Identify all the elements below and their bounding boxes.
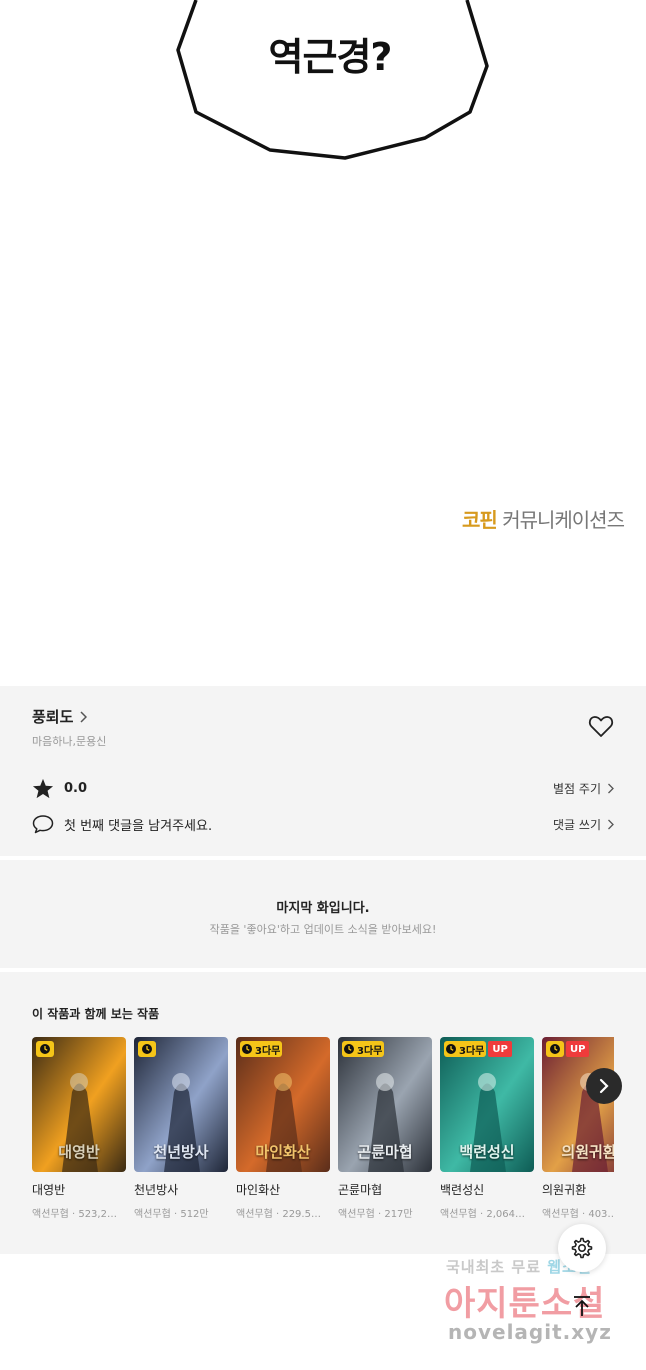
work-info-section: 풍뢰도 마음하나,문용신 0.0 별점 주기 첫 번째 댓글을 남겨주세요. 댓… bbox=[0, 686, 646, 856]
recommendations-title: 이 작품과 함께 보는 작품 bbox=[32, 1007, 160, 1021]
clock-icon bbox=[142, 1044, 152, 1054]
up-badge: UP bbox=[566, 1041, 590, 1057]
cover-badges bbox=[36, 1041, 54, 1057]
recommendation-card[interactable]: 의원귀환 UP 의원귀환액션무협 · 403… bbox=[542, 1037, 614, 1220]
rating-value: 0.0 bbox=[64, 781, 88, 796]
recommendation-title: 대영반 bbox=[32, 1183, 66, 1197]
cover-title-art: 마인화산 bbox=[255, 1143, 311, 1161]
work-authors: 마음하나,문용신 bbox=[32, 735, 107, 748]
comic-panel: 역근경? 코핀 커뮤니케이션즈 bbox=[0, 0, 646, 686]
wait-free-badge bbox=[138, 1041, 156, 1057]
recommendation-cover: 곤륜마협 3다무 bbox=[338, 1037, 432, 1172]
recommendation-cover: 대영반 bbox=[32, 1037, 126, 1172]
recommendation-card[interactable]: 대영반 대영반 액션무협 · 523,2… bbox=[32, 1037, 126, 1220]
cover-title-art: 천년방사 bbox=[153, 1143, 209, 1161]
recommendation-title: 곤륜마협 bbox=[338, 1183, 383, 1197]
wait-free-badge: 3다무 bbox=[240, 1041, 283, 1057]
wait-free-badge: 3다무 bbox=[444, 1041, 487, 1057]
speech-bubble-icon bbox=[32, 815, 54, 834]
cover-badges: UP bbox=[546, 1041, 590, 1057]
recommendation-title: 백련성신 bbox=[440, 1183, 485, 1197]
recommendation-card[interactable]: 백련성신 3다무 UP 백련성신액션무협 · 2,064… bbox=[440, 1037, 534, 1220]
arrow-up-icon bbox=[574, 1296, 590, 1316]
recommendation-card[interactable]: 마인화산 3다무마인화산액션무협 · 229.5… bbox=[236, 1037, 330, 1220]
clock-icon bbox=[550, 1044, 560, 1054]
clock-icon bbox=[242, 1044, 252, 1054]
wait-free-badge bbox=[546, 1041, 564, 1057]
wait-free-badge bbox=[36, 1041, 54, 1057]
recommendation-cover: 백련성신 3다무 UP bbox=[440, 1037, 534, 1172]
cover-title-art: 백련성신 bbox=[459, 1143, 515, 1161]
chevron-right-icon bbox=[608, 783, 614, 794]
recommendations-carousel: 대영반 대영반 액션무협 · 523,2… 천년방사 천년방사 액션무협 · 512만 마인… bbox=[32, 1037, 614, 1237]
clock-icon bbox=[446, 1044, 456, 1054]
recommendations-section: 이 작품과 함께 보는 작품 대영반 대영반 액션무협 · 523,2… 천년방사 천년… bbox=[0, 972, 646, 1254]
recommendation-meta: 액션무협 · 403… bbox=[542, 1209, 614, 1220]
star-icon bbox=[32, 778, 54, 799]
recommendation-card[interactable]: 천년방사 천년방사 액션무협 · 512만 bbox=[134, 1037, 228, 1220]
cover-title-art: 의원귀환 bbox=[561, 1143, 614, 1161]
heart-icon[interactable] bbox=[588, 714, 614, 738]
publisher-brand: 코핀 bbox=[462, 508, 498, 532]
rate-button-label: 별점 주기 bbox=[553, 782, 601, 796]
work-title: 풍뢰도 bbox=[32, 708, 74, 726]
chevron-right-icon bbox=[599, 1078, 609, 1094]
chevron-right-icon bbox=[80, 710, 88, 723]
cover-title-art: 대영반 bbox=[58, 1143, 100, 1161]
publisher-name: 커뮤니케이션즈 bbox=[502, 508, 625, 532]
recommendation-cover: 마인화산 3다무 bbox=[236, 1037, 330, 1172]
comment-row: 첫 번째 댓글을 남겨주세요. 댓글 쓰기 bbox=[32, 814, 614, 834]
comment-prompt: 첫 번째 댓글을 남겨주세요. bbox=[64, 818, 213, 834]
clock-icon bbox=[344, 1044, 354, 1054]
cover-badges bbox=[138, 1041, 156, 1057]
carousel-next-button[interactable] bbox=[586, 1068, 622, 1104]
up-badge: UP bbox=[488, 1041, 512, 1057]
rating-row: 0.0 별점 주기 bbox=[32, 778, 614, 799]
recommendation-meta: 액션무협 · 512만 bbox=[134, 1209, 209, 1220]
gear-icon bbox=[571, 1237, 593, 1259]
cover-badges: 3다무 bbox=[240, 1041, 283, 1057]
wait-free-badge: 3다무 bbox=[342, 1041, 385, 1057]
recommendation-cover: 의원귀환 UP bbox=[542, 1037, 614, 1172]
recommendation-meta: 액션무협 · 229.5… bbox=[236, 1209, 321, 1220]
last-episode-notice: 마지막 화입니다. 작품을 '좋아요'하고 업데이트 소식을 받아보세요! bbox=[0, 860, 646, 968]
work-title-link[interactable]: 풍뢰도 bbox=[32, 706, 88, 727]
recommendation-meta: 액션무협 · 217만 bbox=[338, 1209, 413, 1220]
recommendation-title: 천년방사 bbox=[134, 1183, 179, 1197]
recommendation-card[interactable]: 곤륜마협 3다무곤륜마협액션무협 · 217만 bbox=[338, 1037, 432, 1220]
last-episode-subtitle: 작품을 '좋아요'하고 업데이트 소식을 받아보세요! bbox=[209, 923, 437, 936]
recommendation-title: 마인화산 bbox=[236, 1183, 281, 1197]
rate-button[interactable]: 별점 주기 bbox=[553, 780, 614, 797]
settings-button[interactable] bbox=[558, 1224, 606, 1272]
write-comment-label: 댓글 쓰기 bbox=[553, 817, 601, 832]
cover-title-art: 곤륜마협 bbox=[357, 1143, 413, 1161]
cover-badges: 3다무 UP bbox=[444, 1041, 512, 1057]
watermark: 국내최초 무료 웹소설 아지툰소설 novelagit.xyz bbox=[440, 1256, 630, 1356]
recommendation-title: 의원귀환 bbox=[542, 1183, 587, 1197]
publisher-logo: 코핀 커뮤니케이션즈 bbox=[462, 504, 625, 533]
clock-icon bbox=[40, 1044, 50, 1054]
write-comment-button[interactable]: 댓글 쓰기 bbox=[553, 816, 614, 833]
recommendation-cover: 천년방사 bbox=[134, 1037, 228, 1172]
watermark-line3: novelagit.xyz bbox=[448, 1320, 612, 1344]
speech-bubble-text: 역근경? bbox=[268, 35, 393, 79]
recommendation-meta: 액션무협 · 2,064… bbox=[440, 1209, 525, 1220]
chevron-right-icon bbox=[608, 819, 614, 829]
cover-badges: 3다무 bbox=[342, 1041, 385, 1057]
recommendation-meta: 액션무협 · 523,2… bbox=[32, 1209, 117, 1220]
last-episode-title: 마지막 화입니다. bbox=[276, 901, 370, 916]
scroll-top-button[interactable] bbox=[566, 1290, 598, 1322]
